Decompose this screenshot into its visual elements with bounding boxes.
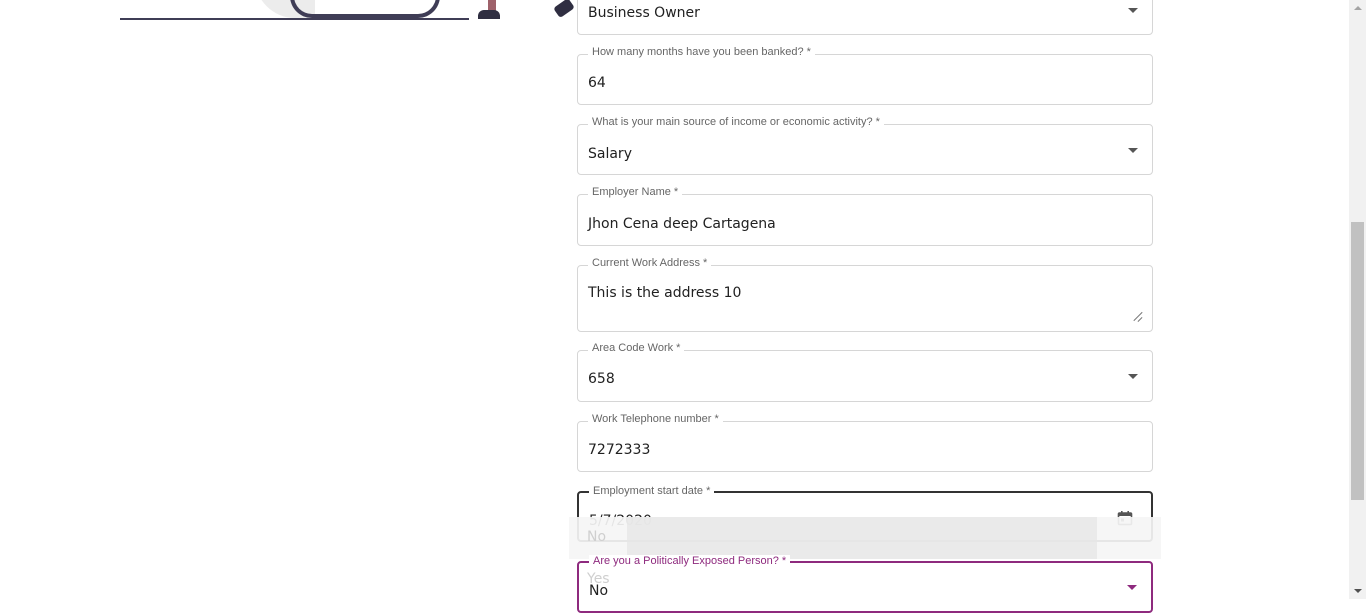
chevron-down-icon [1128, 374, 1138, 379]
area-code-work-select[interactable]: Area Code Work * 658 [577, 342, 1153, 402]
income-source-select[interactable]: What is your main source of income or ec… [577, 116, 1153, 175]
employment-start-date-label: Employment start date * [589, 485, 715, 497]
chevron-down-icon [1127, 585, 1137, 590]
employer-name-label: Employer Name * [588, 186, 683, 198]
pep-select[interactable]: Are you a Politically Exposed Person? * … [577, 555, 1153, 613]
scrollbar-thumb[interactable] [1351, 222, 1364, 500]
work-phone-value: 7272333 [588, 442, 651, 458]
dropdown-hover-highlight [627, 517, 1097, 559]
work-phone-label: Work Telephone number * [588, 413, 723, 425]
pep-label: Are you a Politically Exposed Person? * [589, 555, 791, 567]
income-source-label: What is your main source of income or ec… [588, 116, 884, 128]
dropdown-option-no[interactable]: No [587, 529, 606, 545]
illustration-shoe [553, 0, 575, 19]
occupation-select[interactable]: Business Owner [577, 0, 1153, 35]
months-banked-label: How many months have you been banked? * [588, 46, 815, 58]
employer-name-value: Jhon Cena deep Cartagena [588, 216, 776, 232]
months-banked-field[interactable]: How many months have you been banked? * … [577, 46, 1153, 105]
scroll-down-icon[interactable] [1354, 589, 1362, 593]
area-code-work-label: Area Code Work * [588, 342, 685, 354]
work-address-value: This is the address 10 [588, 285, 742, 301]
occupation-value: Business Owner [588, 5, 700, 21]
area-code-work-value: 658 [588, 371, 615, 387]
dropdown-option-yes[interactable]: Yes [587, 571, 610, 587]
work-address-label: Current Work Address * [588, 257, 712, 269]
work-phone-field[interactable]: Work Telephone number * 7272333 [577, 413, 1153, 472]
illustration-shoe [478, 10, 500, 19]
scroll-up-icon[interactable] [1354, 6, 1362, 10]
months-banked-value: 64 [588, 75, 606, 91]
resize-handle-icon[interactable] [1133, 312, 1142, 321]
dropdown-menu [569, 517, 1161, 559]
illustration-shape [290, 0, 440, 18]
illustration [120, 0, 575, 22]
chevron-down-icon [1128, 8, 1138, 13]
employer-name-field[interactable]: Employer Name * Jhon Cena deep Cartagena [577, 186, 1153, 246]
chevron-down-icon [1128, 148, 1138, 153]
scrollbar[interactable] [1349, 0, 1366, 599]
illustration-ground-line [120, 18, 469, 20]
work-address-textarea[interactable]: Current Work Address * This is the addre… [577, 257, 1153, 332]
income-source-value: Salary [588, 146, 632, 162]
